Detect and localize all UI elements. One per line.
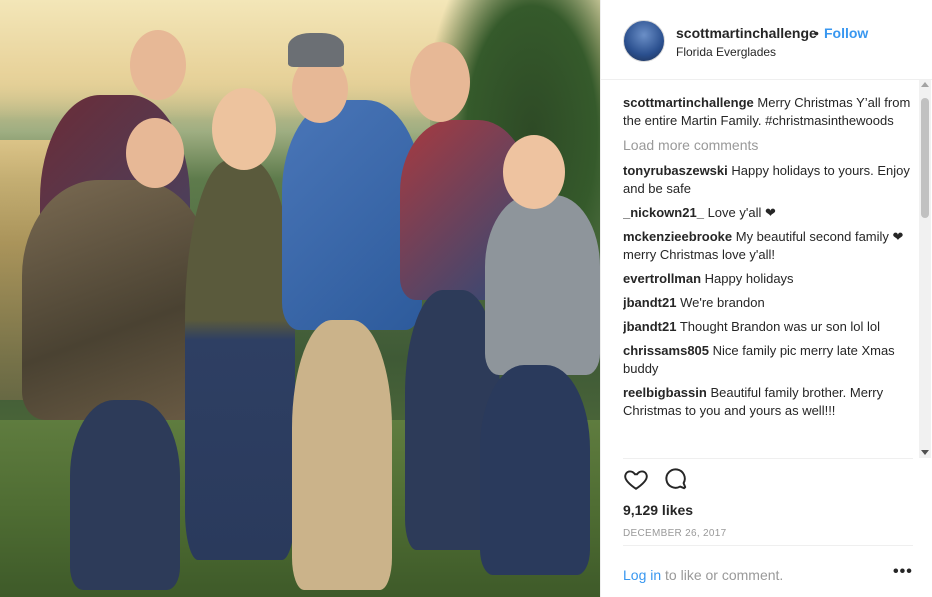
header-separator: • (814, 25, 819, 41)
profile-avatar[interactable] (623, 20, 665, 62)
scroll-up-arrow-icon[interactable] (921, 82, 929, 87)
person-girl-jeans (70, 400, 180, 590)
comment-item: jbandt21 We're brandon (623, 294, 913, 312)
person-man-khakis (292, 320, 392, 590)
location-link[interactable]: Florida Everglades (676, 45, 776, 59)
load-more-comments-button[interactable]: Load more comments (623, 136, 913, 154)
caption: scottmartinchallenge Merry Christmas Y’a… (623, 94, 913, 130)
comment-username[interactable]: chrissams805 (623, 343, 709, 358)
post-photo (0, 0, 600, 597)
comment-username[interactable]: jbandt21 (623, 319, 676, 334)
comment-username[interactable]: tonyrubaszewski (623, 163, 728, 178)
person-woman (185, 160, 295, 560)
login-prompt-text: to like or comment. (661, 567, 784, 583)
comment-item: mckenzieebrooke My beautiful second fami… (623, 228, 913, 264)
comment-text: Love y'all ❤ (707, 205, 776, 220)
post-date: DECEMBER 26, 2017 (623, 528, 727, 539)
comment-item: reelbigbassin Beautiful family brother. … (623, 384, 913, 420)
caption-username[interactable]: scottmartinchallenge (623, 95, 754, 110)
login-link[interactable]: Log in (623, 567, 661, 583)
follow-button[interactable]: Follow (824, 25, 868, 41)
post-side-panel: scottmartinchallenge • Follow Florida Ev… (600, 0, 932, 597)
comment-bubble-icon[interactable] (663, 466, 691, 494)
comment-username[interactable]: _nickown21_ (623, 205, 704, 220)
person-girl-gray-jeans (480, 365, 590, 575)
comment-text: Thought Brandon was ur son lol lol (679, 319, 881, 334)
comments-scrollbar[interactable] (919, 80, 931, 458)
comment-item: _nickown21_ Love y'all ❤ (623, 204, 913, 222)
post-header: scottmartinchallenge • Follow Florida Ev… (601, 0, 932, 80)
login-prompt: Log in to like or comment. (623, 567, 783, 583)
comment-item: tonyrubaszewski Happy holidays to yours.… (623, 162, 913, 198)
comment-item: evertrollman Happy holidays (623, 270, 913, 288)
person-girl-gray (485, 195, 600, 375)
comment-item: jbandt21 Thought Brandon was ur son lol … (623, 318, 913, 336)
comment-text: Happy holidays (704, 271, 794, 286)
heart-icon[interactable] (623, 466, 651, 494)
person-head (212, 88, 276, 170)
comment-username[interactable]: jbandt21 (623, 295, 676, 310)
comment-username[interactable]: reelbigbassin (623, 385, 707, 400)
scrollbar-thumb[interactable] (921, 98, 929, 218)
action-bar (623, 466, 699, 496)
divider (623, 545, 913, 546)
person-head (126, 118, 184, 188)
scroll-down-arrow-icon[interactable] (921, 450, 929, 455)
cap (288, 33, 344, 67)
person-head (410, 42, 470, 122)
person-head (503, 135, 565, 209)
more-options-icon[interactable]: ••• (893, 563, 913, 581)
comment-item: chrissams805 Nice family pic merry late … (623, 342, 913, 378)
comment-username[interactable]: mckenzieebrooke (623, 229, 732, 244)
header-username[interactable]: scottmartinchallenge (676, 25, 817, 41)
comment-text: We're brandon (680, 295, 765, 310)
comments-list[interactable]: scottmartinchallenge Merry Christmas Y’a… (623, 94, 913, 456)
divider (623, 458, 913, 459)
likes-count[interactable]: 9,129 likes (623, 502, 693, 518)
comment-username[interactable]: evertrollman (623, 271, 701, 286)
person-girl-camo (22, 180, 212, 420)
person-head (130, 30, 186, 100)
